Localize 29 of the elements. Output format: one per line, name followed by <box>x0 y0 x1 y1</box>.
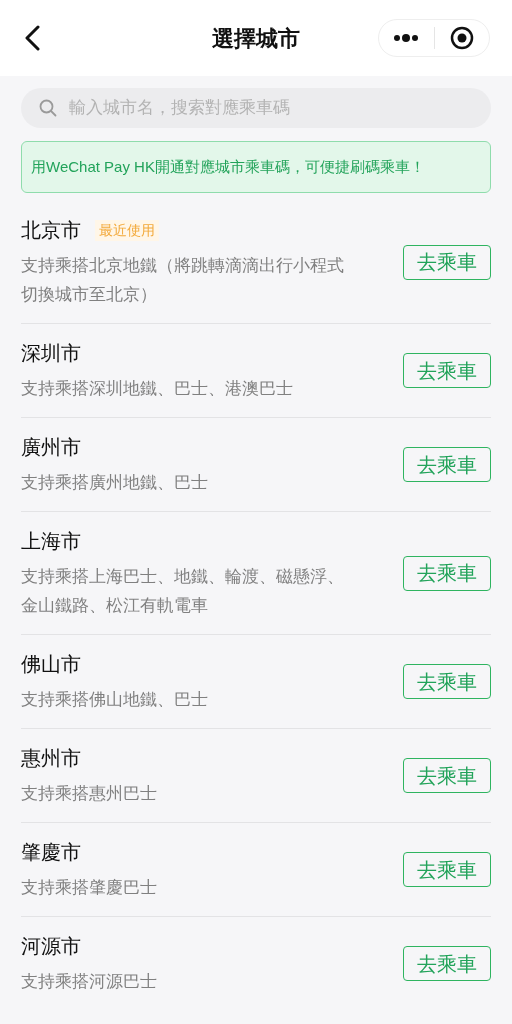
city-name: 河源市 <box>21 934 81 959</box>
ride-button[interactable]: 去乘車 <box>403 555 491 591</box>
city-description: 支持乘搭廣州地鐵、巴士 <box>21 472 209 494</box>
ride-button[interactable]: 去乘車 <box>403 353 491 388</box>
city-name: 上海市 <box>21 529 81 554</box>
ride-button[interactable]: 去乘車 <box>403 758 491 793</box>
city-name: 北京市 <box>21 218 81 243</box>
ride-button[interactable]: 去乘車 <box>403 664 491 699</box>
city-description: 支持乘搭北京地鐵（將跳轉滴滴出行小程式切換城市至北京） <box>21 255 345 306</box>
city-description: 支持乘搭深圳地鐵、巴士、港澳巴士 <box>21 378 294 400</box>
search-field[interactable]: 輸入城市名，搜索對應乘車碼 <box>21 88 491 128</box>
city-description: 支持乘搭上海巴士、地鐵、輪渡、磁懸浮、金山鐵路、松江有軌電車 <box>21 566 345 617</box>
ride-button[interactable]: 去乘車 <box>403 946 491 981</box>
recent-tag: 最近使用 <box>95 219 159 241</box>
city-description: 支持乘搭河源巴士 <box>21 971 158 993</box>
city-description: 支持乘搭佛山地鐵、巴士 <box>21 689 209 711</box>
ride-button[interactable]: 去乘車 <box>403 447 491 482</box>
city-name: 深圳市 <box>21 341 81 366</box>
ride-button[interactable]: 去乘車 <box>403 244 491 280</box>
city-description: 支持乘搭肇慶巴士 <box>21 877 158 899</box>
city-name: 佛山市 <box>21 652 81 677</box>
city-name: 惠州市 <box>21 746 81 771</box>
ride-button[interactable]: 去乘車 <box>403 852 491 887</box>
page-title: 選擇城市 <box>212 24 300 53</box>
city-name: 肇慶市 <box>21 840 81 865</box>
city-name: 廣州市 <box>21 435 81 460</box>
city-description: 支持乘搭惠州巴士 <box>21 783 158 805</box>
info-banner: 用WeChat Pay HK開通對應城市乘車碼，可便捷刷碼乘車！ <box>21 141 491 193</box>
search-icon <box>39 99 57 117</box>
